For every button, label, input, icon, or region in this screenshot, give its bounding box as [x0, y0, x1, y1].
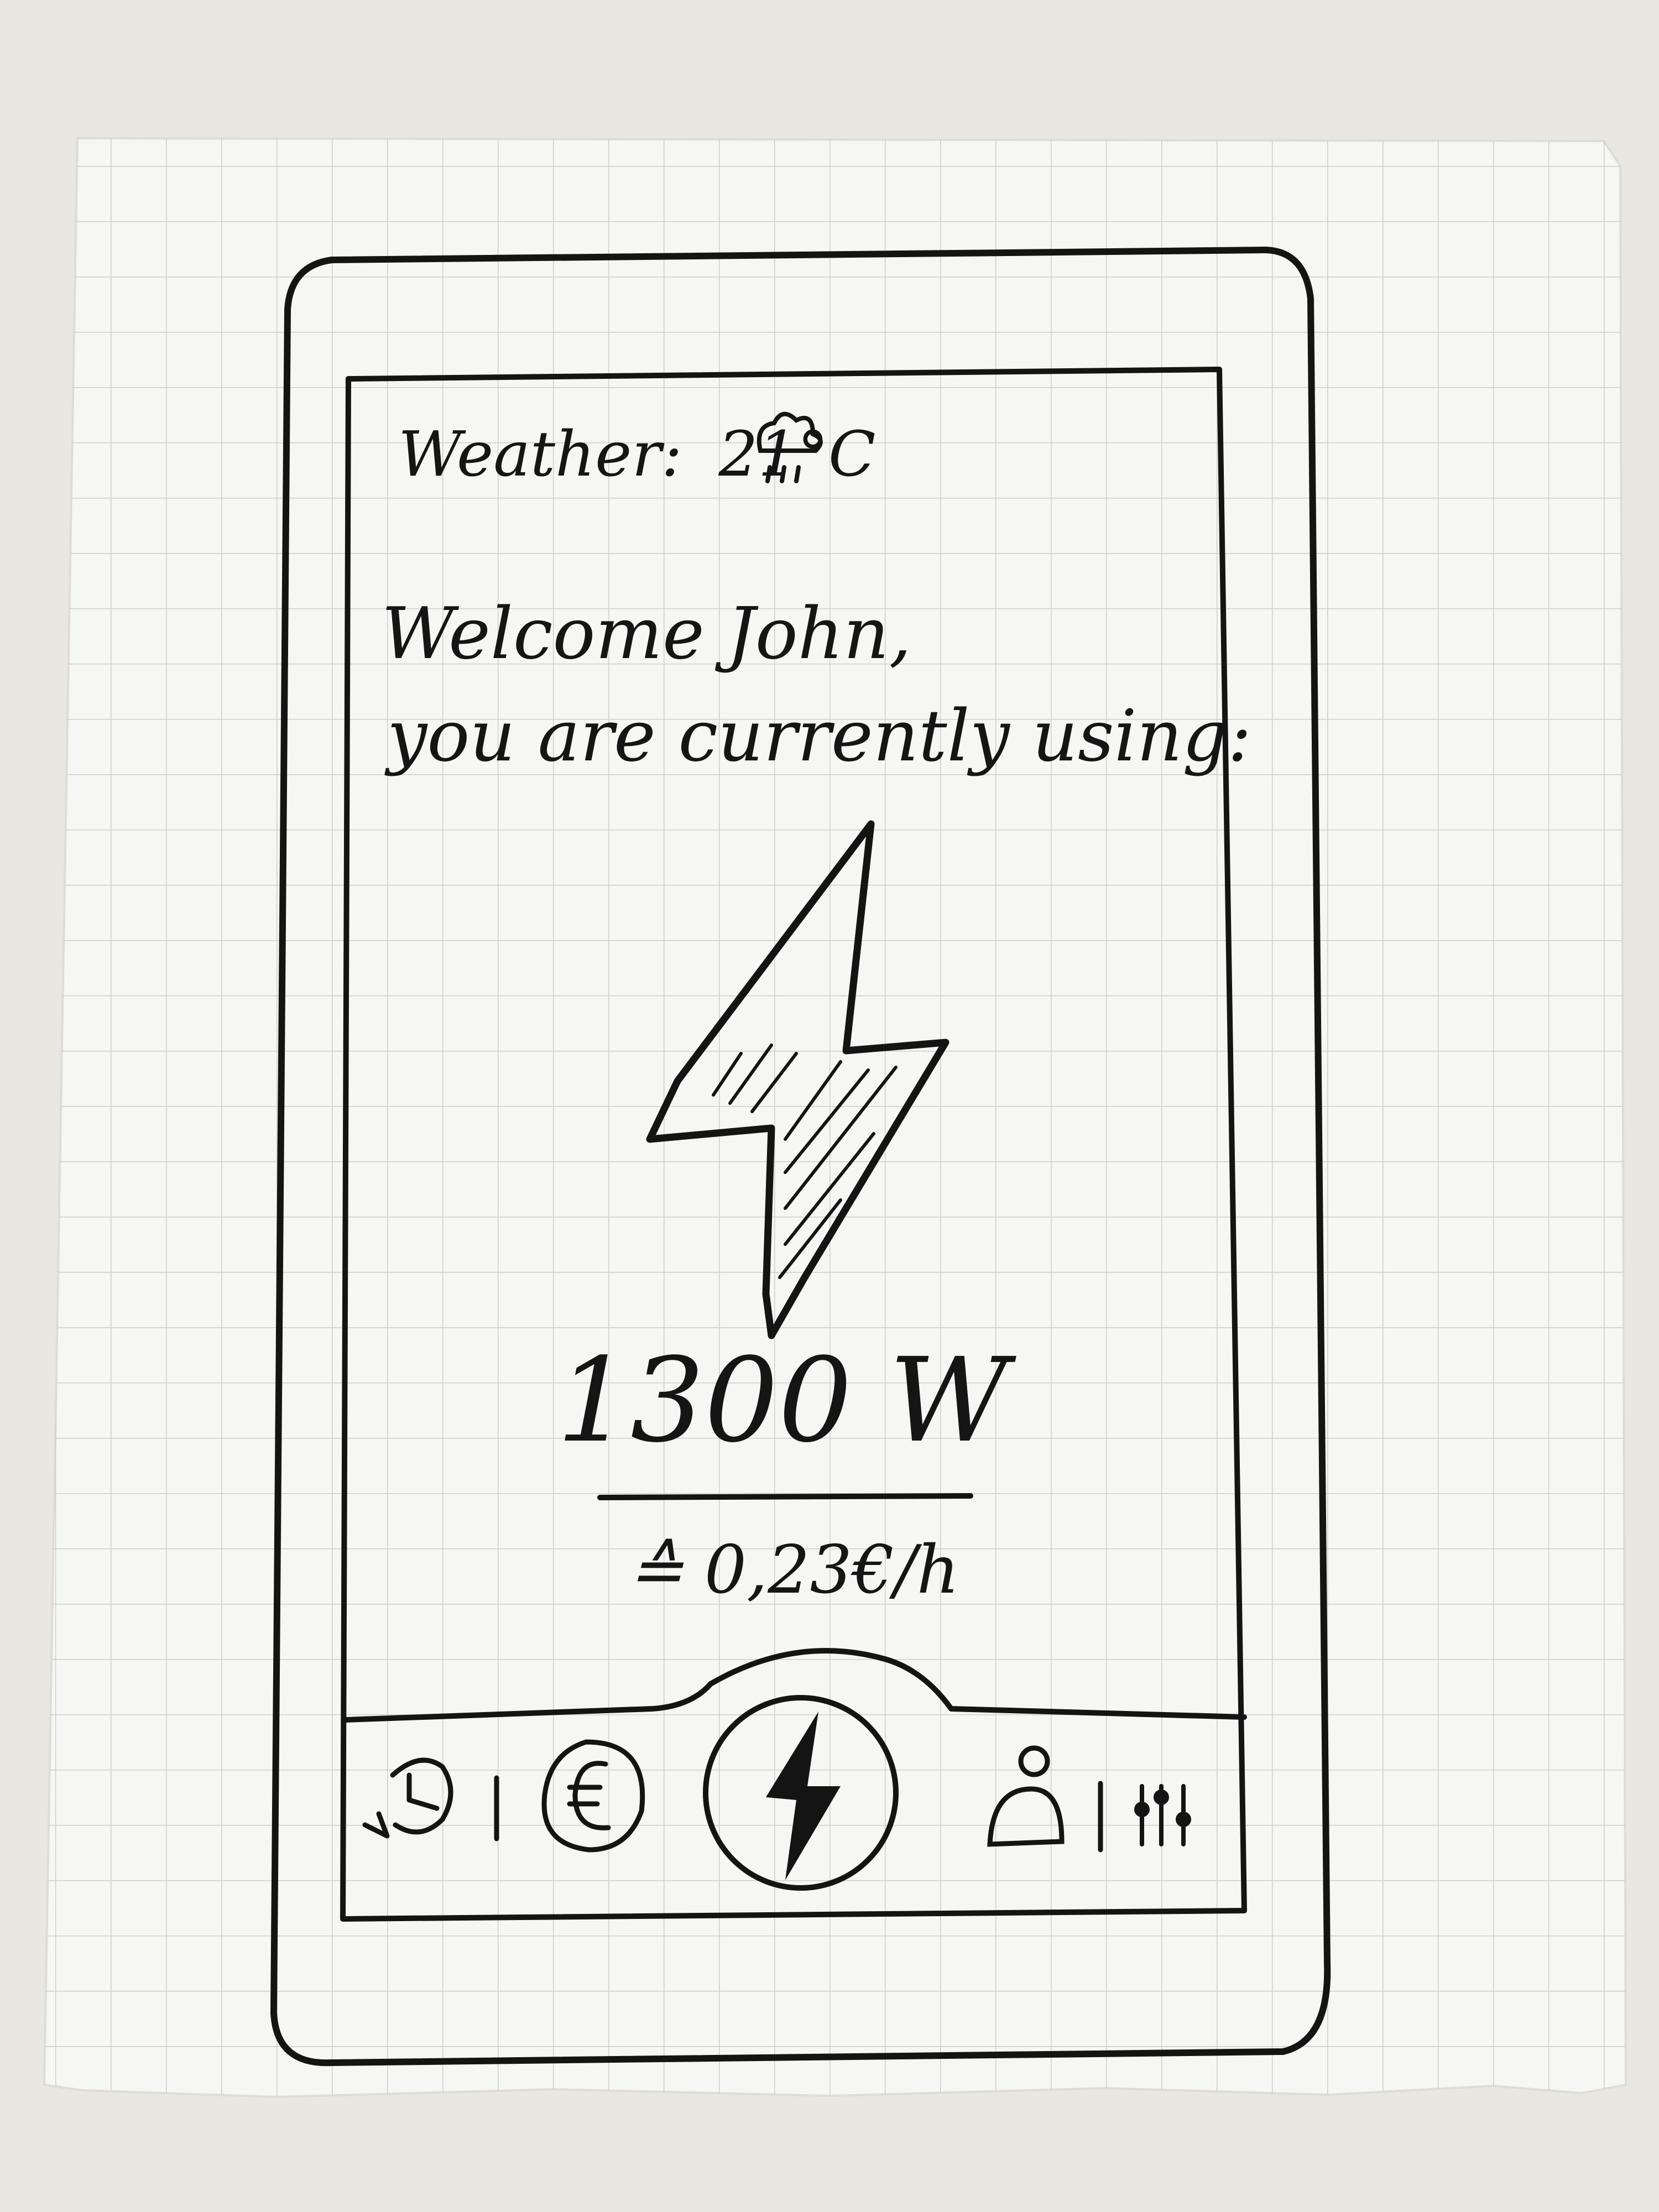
weather-status: Weather: 21°C: [398, 411, 876, 491]
greeting-line-2: you are currently using:: [384, 695, 1251, 778]
greeting-line-1: Welcome John,: [382, 593, 911, 675]
cost-value: ≙ 0,23€/h: [628, 1532, 959, 1609]
divider-line: [597, 1493, 973, 1500]
svg-text:Weather: 21°C: Weather: 21°C: [398, 419, 876, 491]
sketch-scene: Weather: 21°C Welcome John, you are curr…: [0, 0, 1659, 2212]
power-value: 1300 W: [556, 1333, 1016, 1468]
weather-label: Weather:: [398, 419, 682, 491]
wireframe-sketch: Weather: 21°C Welcome John, you are curr…: [43, 137, 1627, 2099]
